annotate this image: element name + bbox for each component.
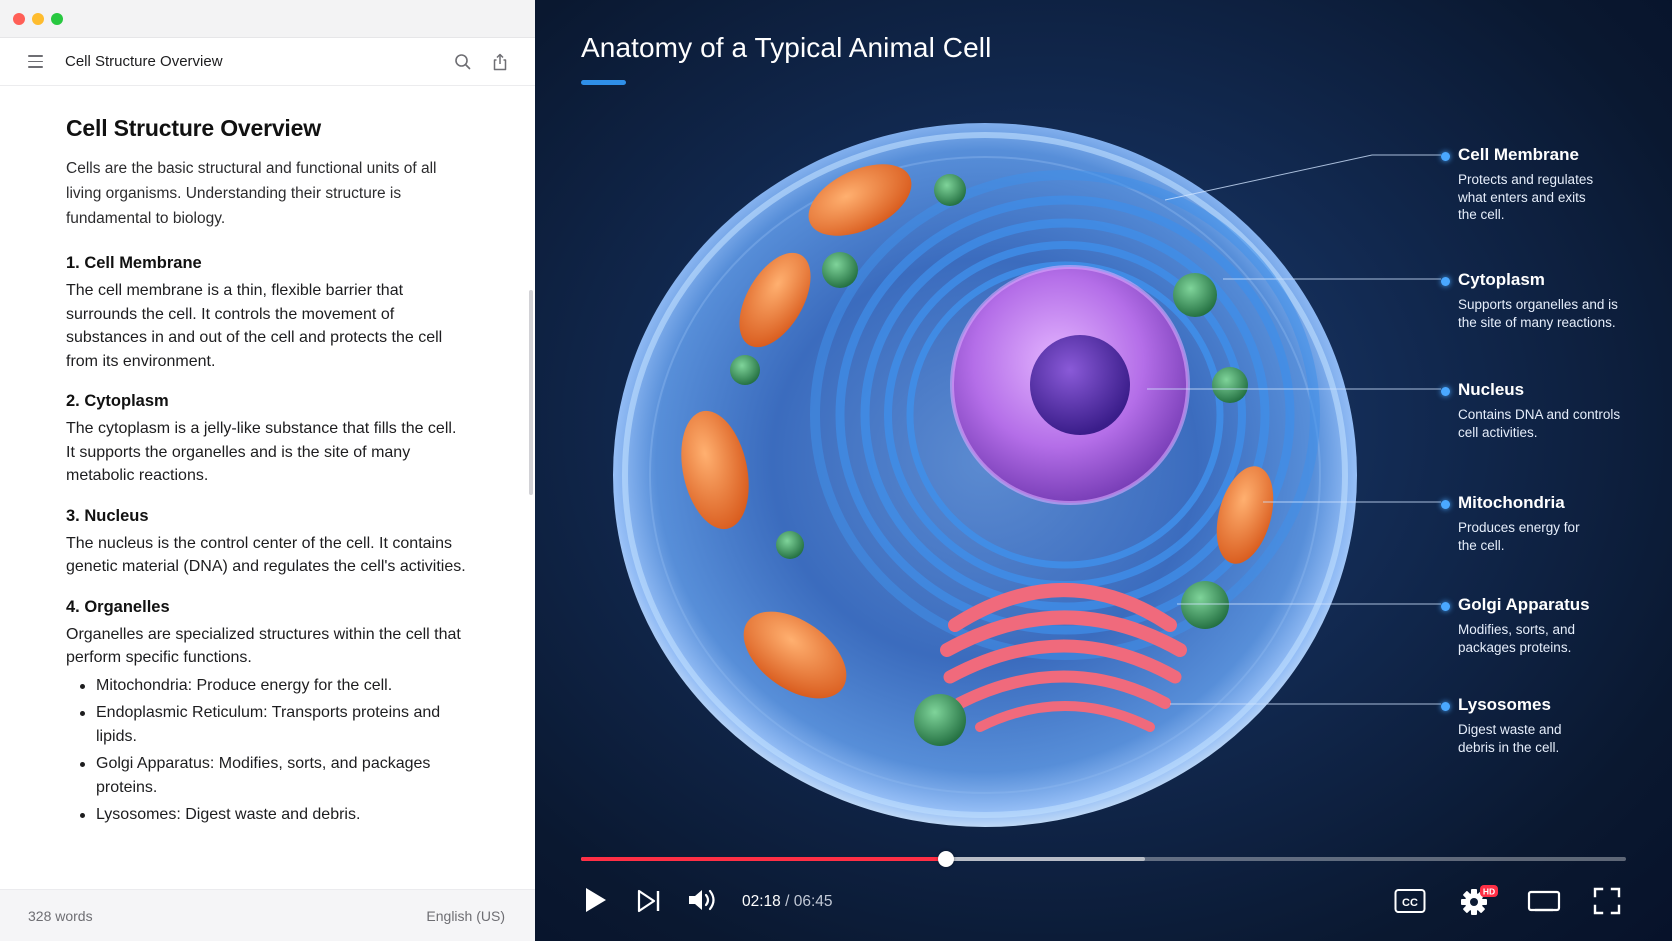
label-mitochondria: Mitochondria Produces energy for the cel… xyxy=(1441,493,1658,554)
theater-mode-icon[interactable] xyxy=(1527,888,1561,914)
label-title: Mitochondria xyxy=(1458,493,1565,512)
progress-scrubber-handle[interactable] xyxy=(937,851,954,867)
progress-played xyxy=(581,857,946,861)
list-item: Endoplasmic Reticulum: Transports protei… xyxy=(66,701,466,748)
document-title: Cell Structure Overview xyxy=(66,115,321,141)
play-icon[interactable] xyxy=(581,886,609,914)
document-scrollbar[interactable] xyxy=(529,290,533,495)
label-dot xyxy=(1441,500,1450,509)
document-pane: Cell Structure Overview Cell Structure O… xyxy=(0,0,535,941)
toolbar-title: Cell Structure Overview xyxy=(65,53,223,70)
nucleolus-shape xyxy=(1030,335,1130,435)
skip-next-icon[interactable] xyxy=(636,888,662,914)
section-paragraph: Organelles are specialized structures wi… xyxy=(66,625,461,667)
section-heading: 1. Cell Membrane xyxy=(66,254,202,272)
label-description: Modifies, sorts, and packages proteins. xyxy=(1458,622,1576,655)
minimize-window-button[interactable] xyxy=(32,13,44,25)
label-dot xyxy=(1441,277,1450,286)
share-icon[interactable] xyxy=(489,51,511,73)
section-heading: 3. Nucleus xyxy=(66,506,149,525)
section-paragraph: The nucleus is the control center of the… xyxy=(66,534,466,576)
close-window-button[interactable] xyxy=(13,13,25,25)
playback-time: 02:18 / 06:45 xyxy=(742,893,833,911)
label-nucleus: Nucleus Contains DNA and controls cell a… xyxy=(1441,380,1658,441)
time-separator: / xyxy=(780,893,794,910)
section-paragraph: The cell membrane is a thin, flexible ba… xyxy=(66,282,443,370)
label-title: Cell Membrane xyxy=(1458,145,1579,164)
settings-gear-icon[interactable]: HD xyxy=(1459,885,1499,917)
label-cytoplasm: Cytoplasm Supports organelles and is the… xyxy=(1441,270,1658,331)
list-term: Golgi Apparatus: xyxy=(96,755,215,772)
volume-icon[interactable] xyxy=(686,886,718,914)
list-item: Mitochondria: Produce energy for the cel… xyxy=(66,674,466,698)
hd-badge: HD xyxy=(1483,887,1495,897)
list-term: Endoplasmic Reticulum: xyxy=(96,704,268,721)
status-bar: 328 words English (US) xyxy=(0,889,535,941)
list-desc: Digest waste and debris. xyxy=(180,806,361,823)
document-body: Cell Structure Overview Cells are the ba… xyxy=(66,115,466,831)
label-description: Protects and regulates what enters and e… xyxy=(1458,172,1594,222)
fullscreen-icon[interactable] xyxy=(1593,887,1621,915)
section-heading: 4. Organelles xyxy=(66,597,170,616)
section-paragraph: The cytoplasm is a jelly-like substance … xyxy=(66,420,457,484)
label-title: Nucleus xyxy=(1458,380,1525,399)
label-description: Contains DNA and controls cell activitie… xyxy=(1458,407,1621,440)
intro-paragraph: Cells are the basic structural and funct… xyxy=(66,160,437,227)
label-description: Produces energy for the cell. xyxy=(1458,520,1580,553)
label-description: Supports organelles and is the site of m… xyxy=(1458,297,1618,330)
window-titlebar xyxy=(0,0,535,38)
animal-cell-illustration xyxy=(613,123,1357,827)
word-count: 328 words xyxy=(28,908,93,924)
captions-icon[interactable]: CC xyxy=(1394,888,1426,914)
label-cell-membrane: Cell Membrane Protects and regulates wha… xyxy=(1441,145,1658,224)
search-icon[interactable] xyxy=(452,51,474,73)
organelle-list: Mitochondria: Produce energy for the cel… xyxy=(66,674,466,827)
list-term: Mitochondria: xyxy=(96,676,193,694)
label-title: Cytoplasm xyxy=(1458,270,1545,289)
list-term: Lysosomes: xyxy=(96,806,181,823)
label-dot xyxy=(1441,702,1450,711)
zoom-window-button[interactable] xyxy=(51,13,63,25)
video-title: Anatomy of a Typical Animal Cell xyxy=(581,32,992,63)
current-time: 02:18 xyxy=(742,893,781,910)
video-player[interactable]: Anatomy of a Typical Animal Cell Cell Me… xyxy=(535,0,1672,941)
document-toolbar: Cell Structure Overview xyxy=(0,38,535,86)
label-title: Golgi Apparatus xyxy=(1458,595,1590,614)
menu-icon[interactable] xyxy=(28,55,43,68)
label-dot xyxy=(1441,152,1450,161)
section-heading: 2. Cytoplasm xyxy=(66,392,169,410)
list-item: Lysosomes: Digest waste and debris. xyxy=(66,803,466,827)
list-desc: Produce energy for the cell. xyxy=(192,676,393,694)
progress-bar[interactable] xyxy=(581,851,1626,867)
label-dot xyxy=(1441,602,1450,611)
captions-label: CC xyxy=(1402,897,1418,909)
label-lysosomes: Lysosomes Digest waste and debris in the… xyxy=(1441,695,1658,756)
label-title: Lysosomes xyxy=(1458,695,1551,714)
label-dot xyxy=(1441,387,1450,396)
label-description: Digest waste and debris in the cell. xyxy=(1458,722,1562,755)
language-selector[interactable]: English (US) xyxy=(426,908,505,924)
total-duration: 06:45 xyxy=(793,893,833,910)
list-item: Golgi Apparatus: Modifies, sorts, and pa… xyxy=(66,752,466,799)
label-golgi-apparatus: Golgi Apparatus Modifies, sorts, and pac… xyxy=(1441,595,1658,656)
